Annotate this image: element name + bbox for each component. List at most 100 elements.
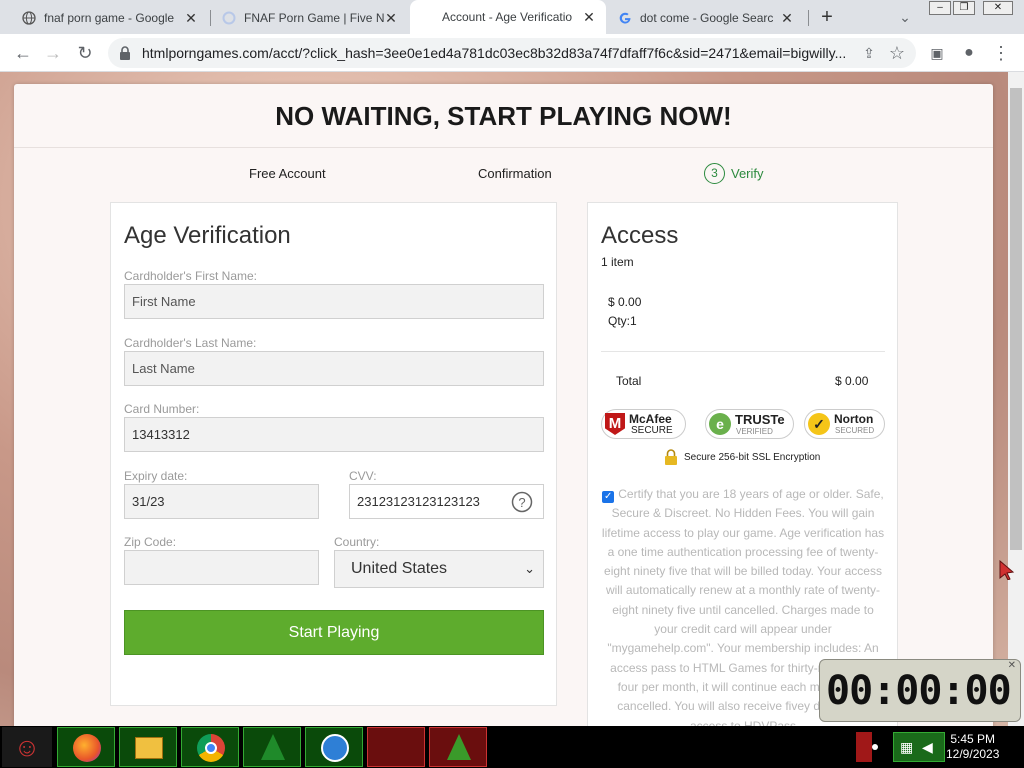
expiry-label: Expiry date: xyxy=(124,469,188,483)
tab-title: dot come - Google Searc xyxy=(640,11,774,25)
svg-text:?: ? xyxy=(518,495,525,510)
padlock-icon xyxy=(665,449,677,465)
divider xyxy=(601,351,885,352)
last-name-input[interactable]: Last Name xyxy=(124,351,544,386)
reload-icon[interactable]: ↻ xyxy=(72,40,98,66)
step-verify: 3 Verify xyxy=(704,163,764,184)
timer-digits: 00:00:00 xyxy=(826,668,1012,714)
network-icon[interactable]: ▦ xyxy=(900,739,913,756)
url-text: htmlporngames.com/acct/?click_hash=3ee0e… xyxy=(142,45,847,61)
norton-badge: ✓ Norton SECURED xyxy=(804,409,885,439)
system-clock[interactable]: 5:45 PM 12/9/2023 xyxy=(946,732,999,762)
file-explorer-taskbar-icon[interactable] xyxy=(119,727,177,767)
step-free-account: Free Account xyxy=(249,166,326,181)
expiry-input[interactable]: 31/23 xyxy=(124,484,319,519)
forward-arrow-icon[interactable]: → xyxy=(40,40,66,66)
truste-badge: e TRUSTe VERIFIED xyxy=(705,409,794,439)
country-select[interactable]: United States ⌄ xyxy=(334,550,544,588)
page-headline: NO WAITING, START PLAYING NOW! xyxy=(275,101,732,131)
norton-check-icon: ✓ xyxy=(808,413,830,435)
zip-label: Zip Code: xyxy=(124,535,177,549)
lock-icon xyxy=(120,46,130,60)
close-tab-icon[interactable]: ✕ xyxy=(384,10,398,27)
summary-title: Access xyxy=(601,222,679,249)
tab-age-verification[interactable]: Account - Age Verificatio ✕ xyxy=(410,0,606,34)
minimize-button[interactable]: – xyxy=(929,1,951,15)
close-window-button[interactable]: ✕ xyxy=(983,1,1013,15)
address-bar[interactable]: htmlporngames.com/acct/?click_hash=3ee0e… xyxy=(108,38,916,68)
volume-icon[interactable]: ◀ xyxy=(922,739,933,756)
christmas-tree-taskbar-icon[interactable] xyxy=(243,727,301,767)
first-name-label: Cardholder's First Name: xyxy=(124,269,257,283)
profile-icon[interactable]: ● xyxy=(956,40,982,66)
address-toolbar: ← → ↻ htmlporngames.com/acct/?click_hash… xyxy=(0,34,1024,72)
step-number: 3 xyxy=(704,163,725,184)
back-arrow-icon[interactable]: ← xyxy=(10,40,36,66)
mcafee-badge: M McAfee SECURE xyxy=(601,409,686,439)
new-tab-button[interactable]: + xyxy=(814,4,840,30)
page-viewport: NO WAITING, START PLAYING NOW! Free Acco… xyxy=(0,72,1024,726)
help-question-icon[interactable]: ? xyxy=(511,491,533,513)
tab-search-chevron-icon[interactable]: ⌄ xyxy=(892,4,918,30)
total-label: Total xyxy=(616,374,642,388)
certify-checkbox[interactable]: ✓ xyxy=(602,491,615,503)
loading-icon xyxy=(222,11,236,25)
blue-app-taskbar-icon[interactable] xyxy=(305,727,363,767)
tree-window-taskbar-icon[interactable] xyxy=(429,727,487,767)
ssl-text: Secure 256-bit SSL Encryption xyxy=(684,451,821,463)
side-panel-icon[interactable]: ▣ xyxy=(924,40,950,66)
order-summary: Access 1 item $ 0.00 Qty:1 Total $ 0.00 … xyxy=(587,202,898,726)
share-icon[interactable]: ⇪ xyxy=(856,40,882,66)
tab-title: fnaf porn game - Google xyxy=(44,11,175,25)
age-verification-form: Age Verification Cardholder's First Name… xyxy=(110,202,557,706)
clock-date: 12/9/2023 xyxy=(946,747,1000,761)
step-verify-label: Verify xyxy=(731,166,764,181)
cvv-value: 23123123123123123 xyxy=(357,494,480,509)
start-playing-button[interactable]: Start Playing xyxy=(124,610,544,655)
bookmark-star-icon[interactable]: ☆ xyxy=(884,40,910,66)
item-qty: Qty:1 xyxy=(608,314,637,328)
checkout-card: NO WAITING, START PLAYING NOW! Free Acco… xyxy=(14,84,993,726)
tab-title: FNAF Porn Game | Five N xyxy=(244,11,384,25)
card-number-input[interactable]: 13413312 xyxy=(124,417,544,452)
chevron-down-icon: ⌄ xyxy=(524,561,535,576)
tab-dot-come-search[interactable]: dot come - Google Searc ✕ xyxy=(608,4,804,32)
ssl-notice: Secure 256-bit SSL Encryption xyxy=(664,449,820,465)
norton-sub: SECURED xyxy=(835,426,875,435)
clock-time: 5:45 PM xyxy=(950,732,996,746)
close-tab-icon[interactable]: ✕ xyxy=(184,10,198,27)
browser-chrome: fnaf porn game - Google ✕ FNAF Porn Game… xyxy=(0,0,1024,72)
start-santa-icon[interactable]: ☺ xyxy=(2,727,52,767)
tab-google-search[interactable]: fnaf porn game - Google ✕ xyxy=(12,4,208,32)
google-icon xyxy=(619,12,631,24)
menu-kebab-icon[interactable]: ⋮ xyxy=(988,40,1014,66)
timer-widget[interactable]: ✕ 00:00:00 xyxy=(819,659,1021,722)
zip-input[interactable] xyxy=(124,550,319,585)
firefox-taskbar-icon[interactable] xyxy=(57,727,115,767)
item-count: 1 item xyxy=(601,255,634,269)
card-number-label: Card Number: xyxy=(124,402,200,416)
globe-icon xyxy=(22,11,36,25)
tray-red-block xyxy=(856,732,872,762)
chrome-taskbar-icon[interactable] xyxy=(181,727,239,767)
total-value: $ 0.00 xyxy=(835,374,869,388)
close-tab-icon[interactable]: ✕ xyxy=(582,9,596,26)
truste-name: TRUSTe xyxy=(735,412,785,427)
mcafee-name: McAfee xyxy=(629,412,672,426)
cvv-label: CVV: xyxy=(349,469,377,483)
last-name-label: Cardholder's Last Name: xyxy=(124,336,257,350)
truste-sub: VERIFIED xyxy=(736,427,773,436)
tab-fnaf-game[interactable]: FNAF Porn Game | Five N ✕ xyxy=(212,4,408,32)
first-name-input[interactable]: First Name xyxy=(124,284,544,319)
country-value: United States xyxy=(351,560,448,577)
form-title: Age Verification xyxy=(124,222,291,249)
restore-button[interactable]: ❐ xyxy=(953,1,975,15)
tray-icons[interactable]: ▦ ◀ xyxy=(893,732,945,762)
close-tab-icon[interactable]: ✕ xyxy=(780,10,794,27)
cvv-input[interactable]: 23123123123123123 ? xyxy=(349,484,544,519)
country-label: Country: xyxy=(334,535,380,549)
scrollbar-thumb[interactable] xyxy=(1010,88,1022,550)
norton-name: Norton xyxy=(834,412,874,426)
red-window-taskbar-icon[interactable] xyxy=(367,727,425,767)
mouse-cursor-icon xyxy=(999,560,1015,580)
